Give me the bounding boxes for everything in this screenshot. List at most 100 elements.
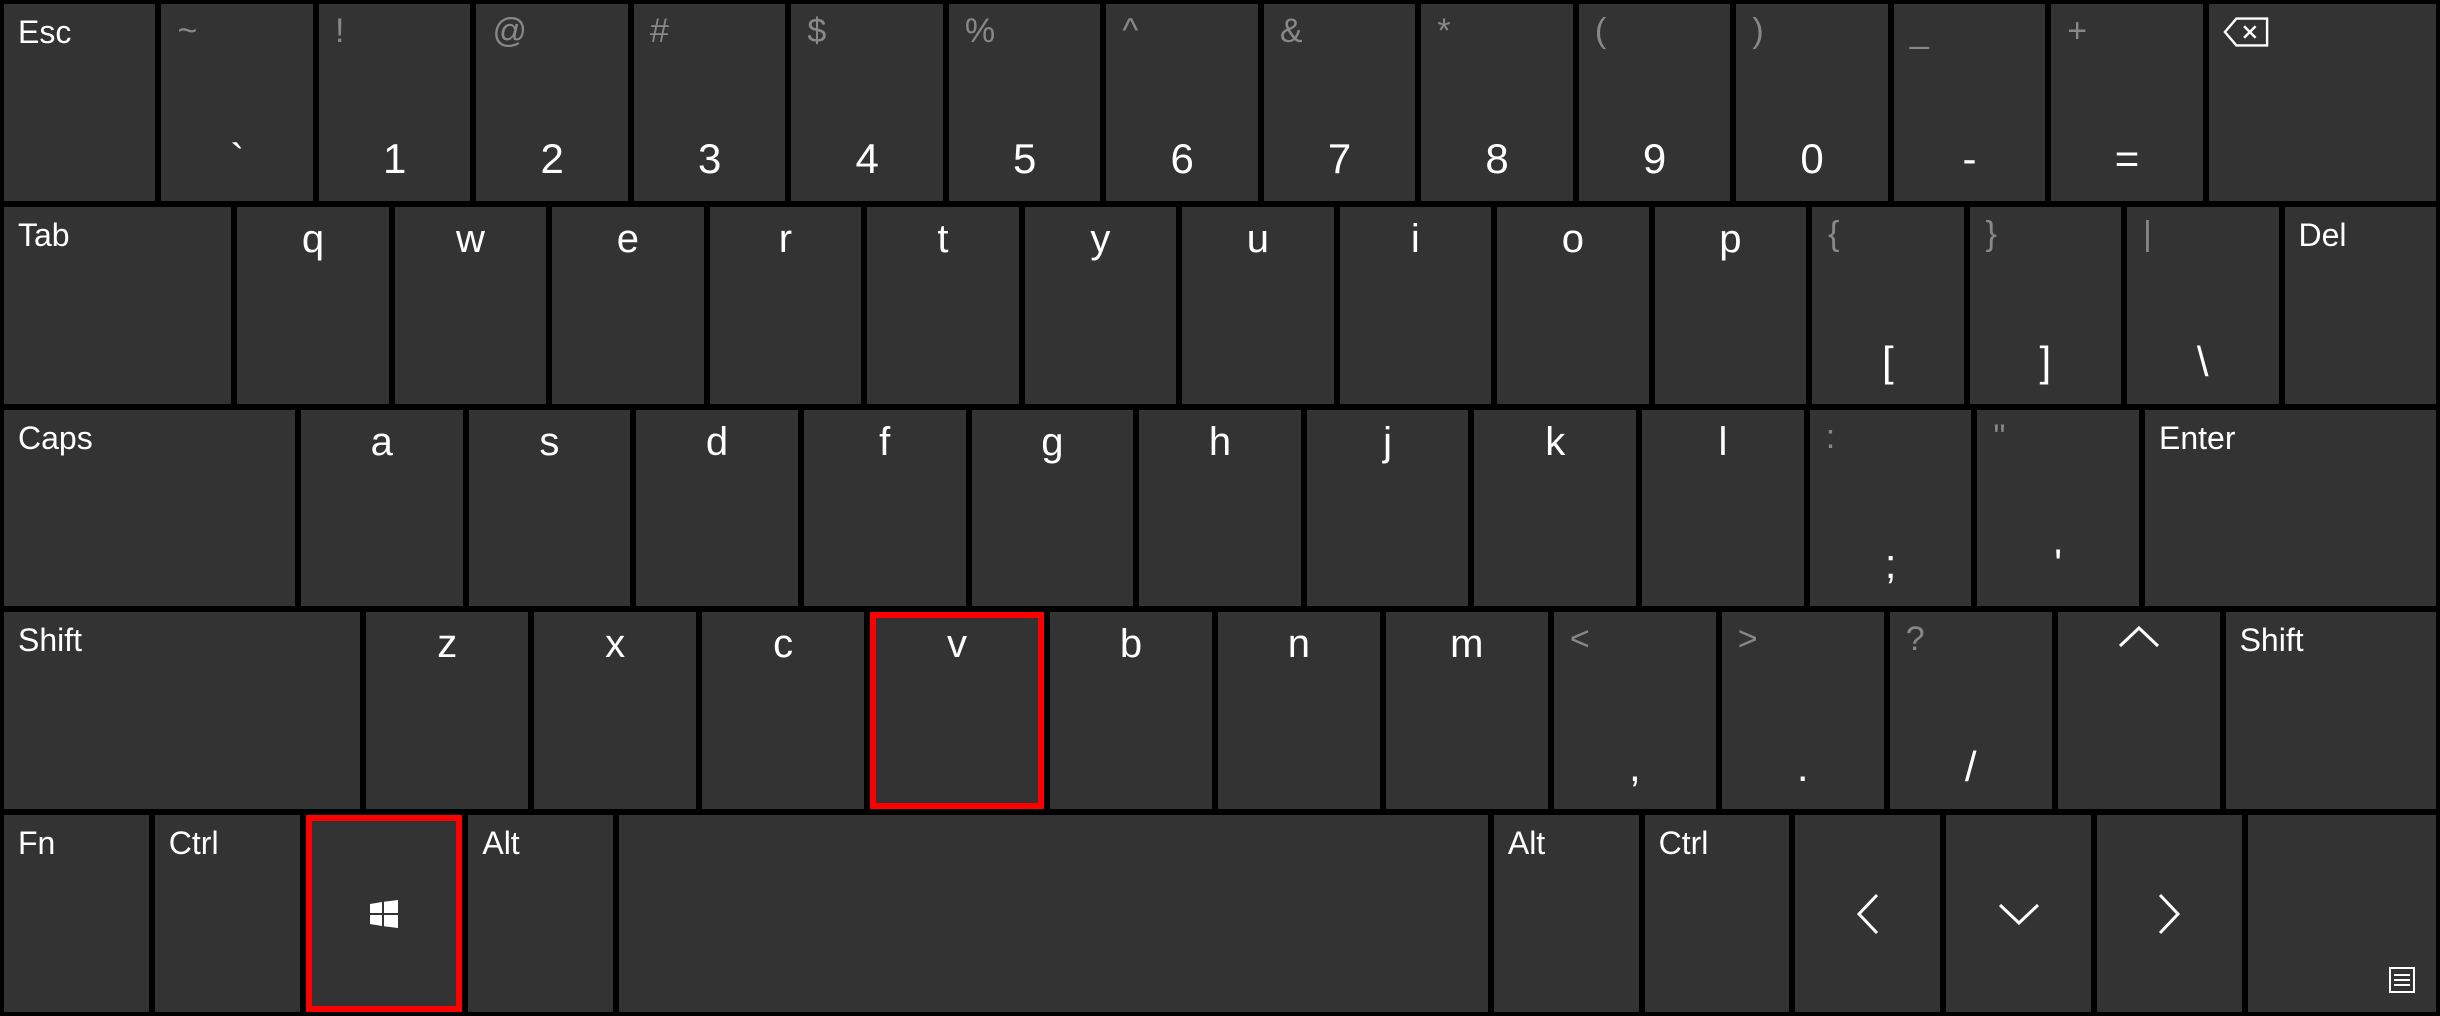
- r-key[interactable]: r: [710, 207, 861, 404]
- key-lower: /: [1965, 743, 1977, 791]
- five-key[interactable]: % 5: [949, 4, 1100, 201]
- esc-key[interactable]: Esc: [4, 4, 155, 201]
- j-key[interactable]: j: [1307, 410, 1469, 607]
- key-label: w: [456, 217, 485, 262]
- key-label: x: [605, 622, 625, 667]
- backtick-key[interactable]: ~ `: [161, 4, 312, 201]
- del-key[interactable]: Del: [2285, 207, 2436, 404]
- right-arrow-key[interactable]: [2097, 815, 2242, 1012]
- left-bracket-key[interactable]: { [: [1812, 207, 1963, 404]
- alt-left-key[interactable]: Alt: [468, 815, 613, 1012]
- one-key[interactable]: ! 1: [319, 4, 470, 201]
- key-lower: 8: [1485, 135, 1508, 183]
- menu-icon: [2388, 966, 2416, 994]
- i-key[interactable]: i: [1340, 207, 1491, 404]
- v-key[interactable]: v: [870, 612, 1044, 809]
- z-key[interactable]: z: [366, 612, 528, 809]
- alt-right-key[interactable]: Alt: [1494, 815, 1639, 1012]
- keyboard-row-3: Caps a s d f g h j k l : ; " ' Enter: [4, 410, 2436, 607]
- key-label: Shift: [2240, 622, 2304, 659]
- key-upper: {: [1828, 215, 1839, 254]
- key-lower: ': [2054, 540, 2062, 588]
- key-lower: ,: [1629, 743, 1641, 791]
- key-label: e: [617, 217, 639, 262]
- l-key[interactable]: l: [1642, 410, 1804, 607]
- shift-left-key[interactable]: Shift: [4, 612, 360, 809]
- equals-key[interactable]: + =: [2051, 4, 2202, 201]
- comma-key[interactable]: < ,: [1554, 612, 1716, 809]
- o-key[interactable]: o: [1497, 207, 1648, 404]
- s-key[interactable]: s: [469, 410, 631, 607]
- nine-key[interactable]: ( 9: [1579, 4, 1730, 201]
- quote-key[interactable]: " ': [1977, 410, 2139, 607]
- f-key[interactable]: f: [804, 410, 966, 607]
- keyboard-row-5: Fn Ctrl Alt Alt Ctrl: [4, 815, 2436, 1012]
- up-arrow-key[interactable]: [2058, 612, 2220, 809]
- d-key[interactable]: d: [636, 410, 798, 607]
- tab-key[interactable]: Tab: [4, 207, 231, 404]
- key-label: q: [302, 217, 324, 262]
- e-key[interactable]: e: [552, 207, 703, 404]
- three-key[interactable]: # 3: [634, 4, 785, 201]
- b-key[interactable]: b: [1050, 612, 1212, 809]
- semicolon-key[interactable]: : ;: [1810, 410, 1972, 607]
- p-key[interactable]: p: [1655, 207, 1806, 404]
- shift-right-key[interactable]: Shift: [2226, 612, 2437, 809]
- backspace-key[interactable]: [2209, 4, 2436, 201]
- ctrl-right-key[interactable]: Ctrl: [1645, 815, 1790, 1012]
- four-key[interactable]: $ 4: [791, 4, 942, 201]
- h-key[interactable]: h: [1139, 410, 1301, 607]
- slash-key[interactable]: ? /: [1890, 612, 2052, 809]
- k-key[interactable]: k: [1474, 410, 1636, 607]
- key-label: d: [706, 420, 728, 465]
- key-label: Del: [2299, 217, 2347, 254]
- key-lower: 9: [1643, 135, 1666, 183]
- key-upper: |: [2143, 215, 2152, 254]
- space-key[interactable]: [619, 815, 1488, 1012]
- win-key[interactable]: [306, 815, 463, 1012]
- left-arrow-key[interactable]: [1795, 815, 1940, 1012]
- on-screen-keyboard: Esc ~ ` ! 1 @ 2 # 3 $ 4 % 5 ^ 6: [0, 0, 2440, 1016]
- key-label: z: [437, 622, 457, 667]
- ctrl-left-key[interactable]: Ctrl: [155, 815, 300, 1012]
- u-key[interactable]: u: [1182, 207, 1333, 404]
- c-key[interactable]: c: [702, 612, 864, 809]
- down-arrow-key[interactable]: [1946, 815, 2091, 1012]
- n-key[interactable]: n: [1218, 612, 1380, 809]
- key-label: c: [773, 622, 793, 667]
- q-key[interactable]: q: [237, 207, 388, 404]
- caps-key[interactable]: Caps: [4, 410, 295, 607]
- key-label: o: [1562, 217, 1584, 262]
- w-key[interactable]: w: [395, 207, 546, 404]
- key-upper: &: [1280, 12, 1303, 51]
- right-bracket-key[interactable]: } ]: [1970, 207, 2121, 404]
- y-key[interactable]: y: [1025, 207, 1176, 404]
- x-key[interactable]: x: [534, 612, 696, 809]
- two-key[interactable]: @ 2: [476, 4, 627, 201]
- menu-key[interactable]: [2248, 815, 2436, 1012]
- key-lower: ]: [2039, 338, 2051, 386]
- key-label: k: [1545, 420, 1565, 465]
- a-key[interactable]: a: [301, 410, 463, 607]
- key-lower: [: [1882, 338, 1894, 386]
- key-label: Ctrl: [169, 825, 219, 862]
- eight-key[interactable]: * 8: [1421, 4, 1572, 201]
- key-label: Esc: [18, 14, 71, 51]
- zero-key[interactable]: ) 0: [1736, 4, 1887, 201]
- chevron-down-icon: [1994, 899, 2044, 929]
- t-key[interactable]: t: [867, 207, 1018, 404]
- fn-key[interactable]: Fn: [4, 815, 149, 1012]
- key-upper: }: [1986, 215, 1997, 254]
- minus-key[interactable]: _ -: [1894, 4, 2045, 201]
- enter-key[interactable]: Enter: [2145, 410, 2436, 607]
- six-key[interactable]: ^ 6: [1106, 4, 1257, 201]
- period-key[interactable]: > .: [1722, 612, 1884, 809]
- backslash-key[interactable]: | \: [2127, 207, 2278, 404]
- key-label: s: [539, 420, 559, 465]
- m-key[interactable]: m: [1386, 612, 1548, 809]
- key-lower: `: [230, 135, 244, 183]
- seven-key[interactable]: & 7: [1264, 4, 1415, 201]
- key-label: Caps: [18, 420, 93, 457]
- g-key[interactable]: g: [972, 410, 1134, 607]
- key-lower: .: [1797, 743, 1809, 791]
